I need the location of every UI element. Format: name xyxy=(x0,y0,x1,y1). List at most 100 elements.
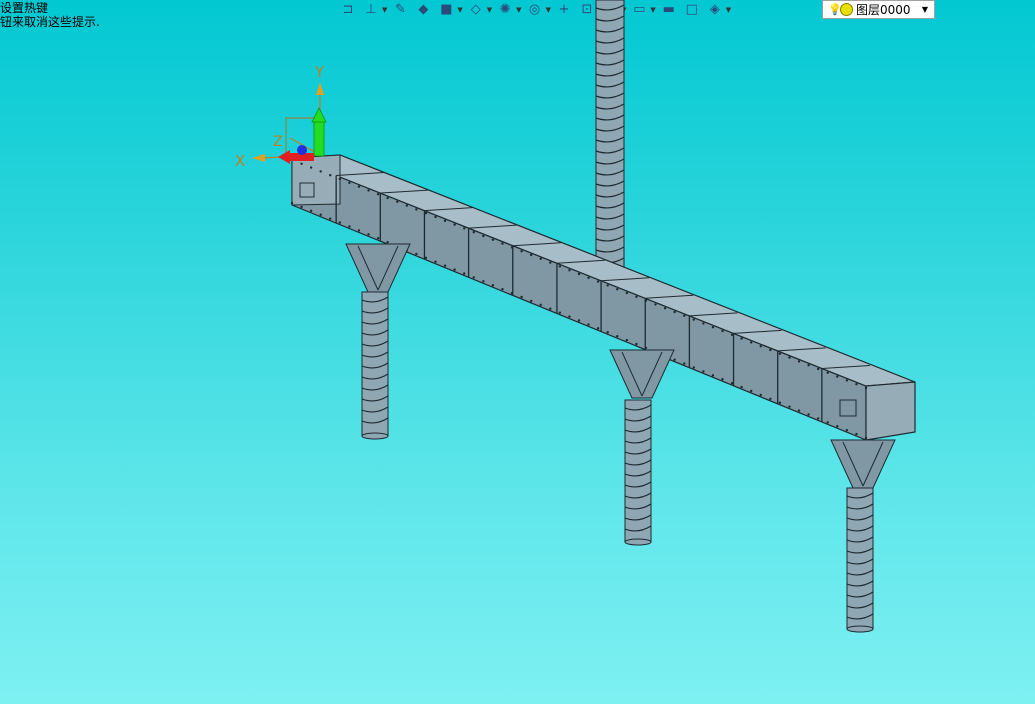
bolt xyxy=(309,209,313,213)
bolt xyxy=(750,341,753,344)
bolt xyxy=(836,375,839,378)
bolt xyxy=(836,425,839,428)
bolt xyxy=(845,379,849,382)
bolt xyxy=(587,323,590,326)
discharge-hopper-3 xyxy=(830,439,896,489)
bolt xyxy=(482,280,485,283)
bolt xyxy=(864,436,868,440)
bolt xyxy=(711,374,715,377)
bolt xyxy=(539,303,542,307)
bolt xyxy=(778,352,782,355)
bolt xyxy=(453,223,456,226)
bolt xyxy=(491,284,495,287)
bolt xyxy=(338,221,342,224)
axis-triad: Y X Z xyxy=(235,63,327,170)
bolt xyxy=(501,242,504,245)
bolt xyxy=(568,269,571,272)
bolt xyxy=(740,337,743,340)
bolt xyxy=(625,338,629,342)
pipe-end xyxy=(361,432,389,440)
bolt xyxy=(721,378,724,381)
bolt xyxy=(625,291,629,295)
discharge-pipe-1 xyxy=(361,291,389,437)
bolt xyxy=(472,231,475,234)
bolt xyxy=(816,417,820,420)
bolt xyxy=(644,346,648,350)
bolt xyxy=(386,240,389,244)
discharge-hopper-1 xyxy=(345,243,411,293)
bolt xyxy=(357,229,361,232)
bolt xyxy=(769,348,772,352)
bolt xyxy=(501,287,504,291)
bolt xyxy=(577,319,581,322)
bolt xyxy=(587,276,590,279)
bolt xyxy=(424,212,428,215)
bolt xyxy=(702,322,705,325)
bolt xyxy=(539,257,542,260)
bolt xyxy=(730,333,734,336)
bolt xyxy=(826,421,829,424)
bolt xyxy=(472,276,475,279)
bolt xyxy=(845,428,849,432)
bolt xyxy=(357,185,361,188)
bolt xyxy=(348,181,351,184)
bolt xyxy=(367,233,370,236)
bolt xyxy=(692,318,695,321)
bolt xyxy=(443,219,447,222)
bolt xyxy=(807,364,810,367)
bolt xyxy=(329,217,332,220)
bolt xyxy=(549,261,552,264)
bolt xyxy=(721,329,724,333)
bolt xyxy=(491,238,495,241)
x-axis-label: X xyxy=(235,152,245,170)
bolt xyxy=(596,327,600,330)
bolt xyxy=(730,381,734,385)
bolt xyxy=(376,237,380,240)
bolt xyxy=(826,371,829,374)
bolt xyxy=(816,367,820,371)
bolt xyxy=(348,225,351,228)
bolt xyxy=(683,362,686,365)
bolt xyxy=(415,252,418,256)
trough-head xyxy=(291,154,341,206)
bolt xyxy=(750,389,753,393)
bolt xyxy=(673,358,676,361)
bolt xyxy=(855,432,858,436)
z-axis-label: Z xyxy=(273,134,283,150)
bolt xyxy=(788,405,791,408)
bolt xyxy=(396,200,399,203)
bolt xyxy=(319,213,322,216)
bolt xyxy=(797,409,801,412)
bolt xyxy=(415,208,418,211)
bolt xyxy=(338,177,342,181)
bolt xyxy=(635,342,638,346)
bolt xyxy=(606,284,609,287)
y-axis-label: Y xyxy=(314,63,325,81)
bolt xyxy=(654,303,657,306)
conveyor-model xyxy=(290,0,916,633)
bolt xyxy=(558,311,562,314)
bolt xyxy=(616,334,619,338)
pipe-end xyxy=(624,538,652,546)
bolt xyxy=(529,253,533,257)
bolt xyxy=(769,397,772,401)
bolt xyxy=(788,356,791,359)
bolt xyxy=(673,310,676,314)
bolt xyxy=(434,260,437,263)
bolt xyxy=(577,272,581,276)
bolt xyxy=(376,193,380,196)
trough-end xyxy=(865,381,916,441)
model-viewport[interactable]: Y X Z xyxy=(0,0,1035,704)
bolt xyxy=(290,201,294,205)
bolt xyxy=(663,307,667,310)
bolt xyxy=(711,326,715,329)
bolt xyxy=(807,413,810,416)
bolt xyxy=(520,250,523,253)
bolt xyxy=(797,360,801,363)
bolt xyxy=(300,205,303,209)
pipe-end xyxy=(846,625,874,633)
bolt xyxy=(759,393,762,397)
bolt xyxy=(616,288,619,291)
bolt xyxy=(864,386,868,390)
bolt xyxy=(309,166,313,169)
